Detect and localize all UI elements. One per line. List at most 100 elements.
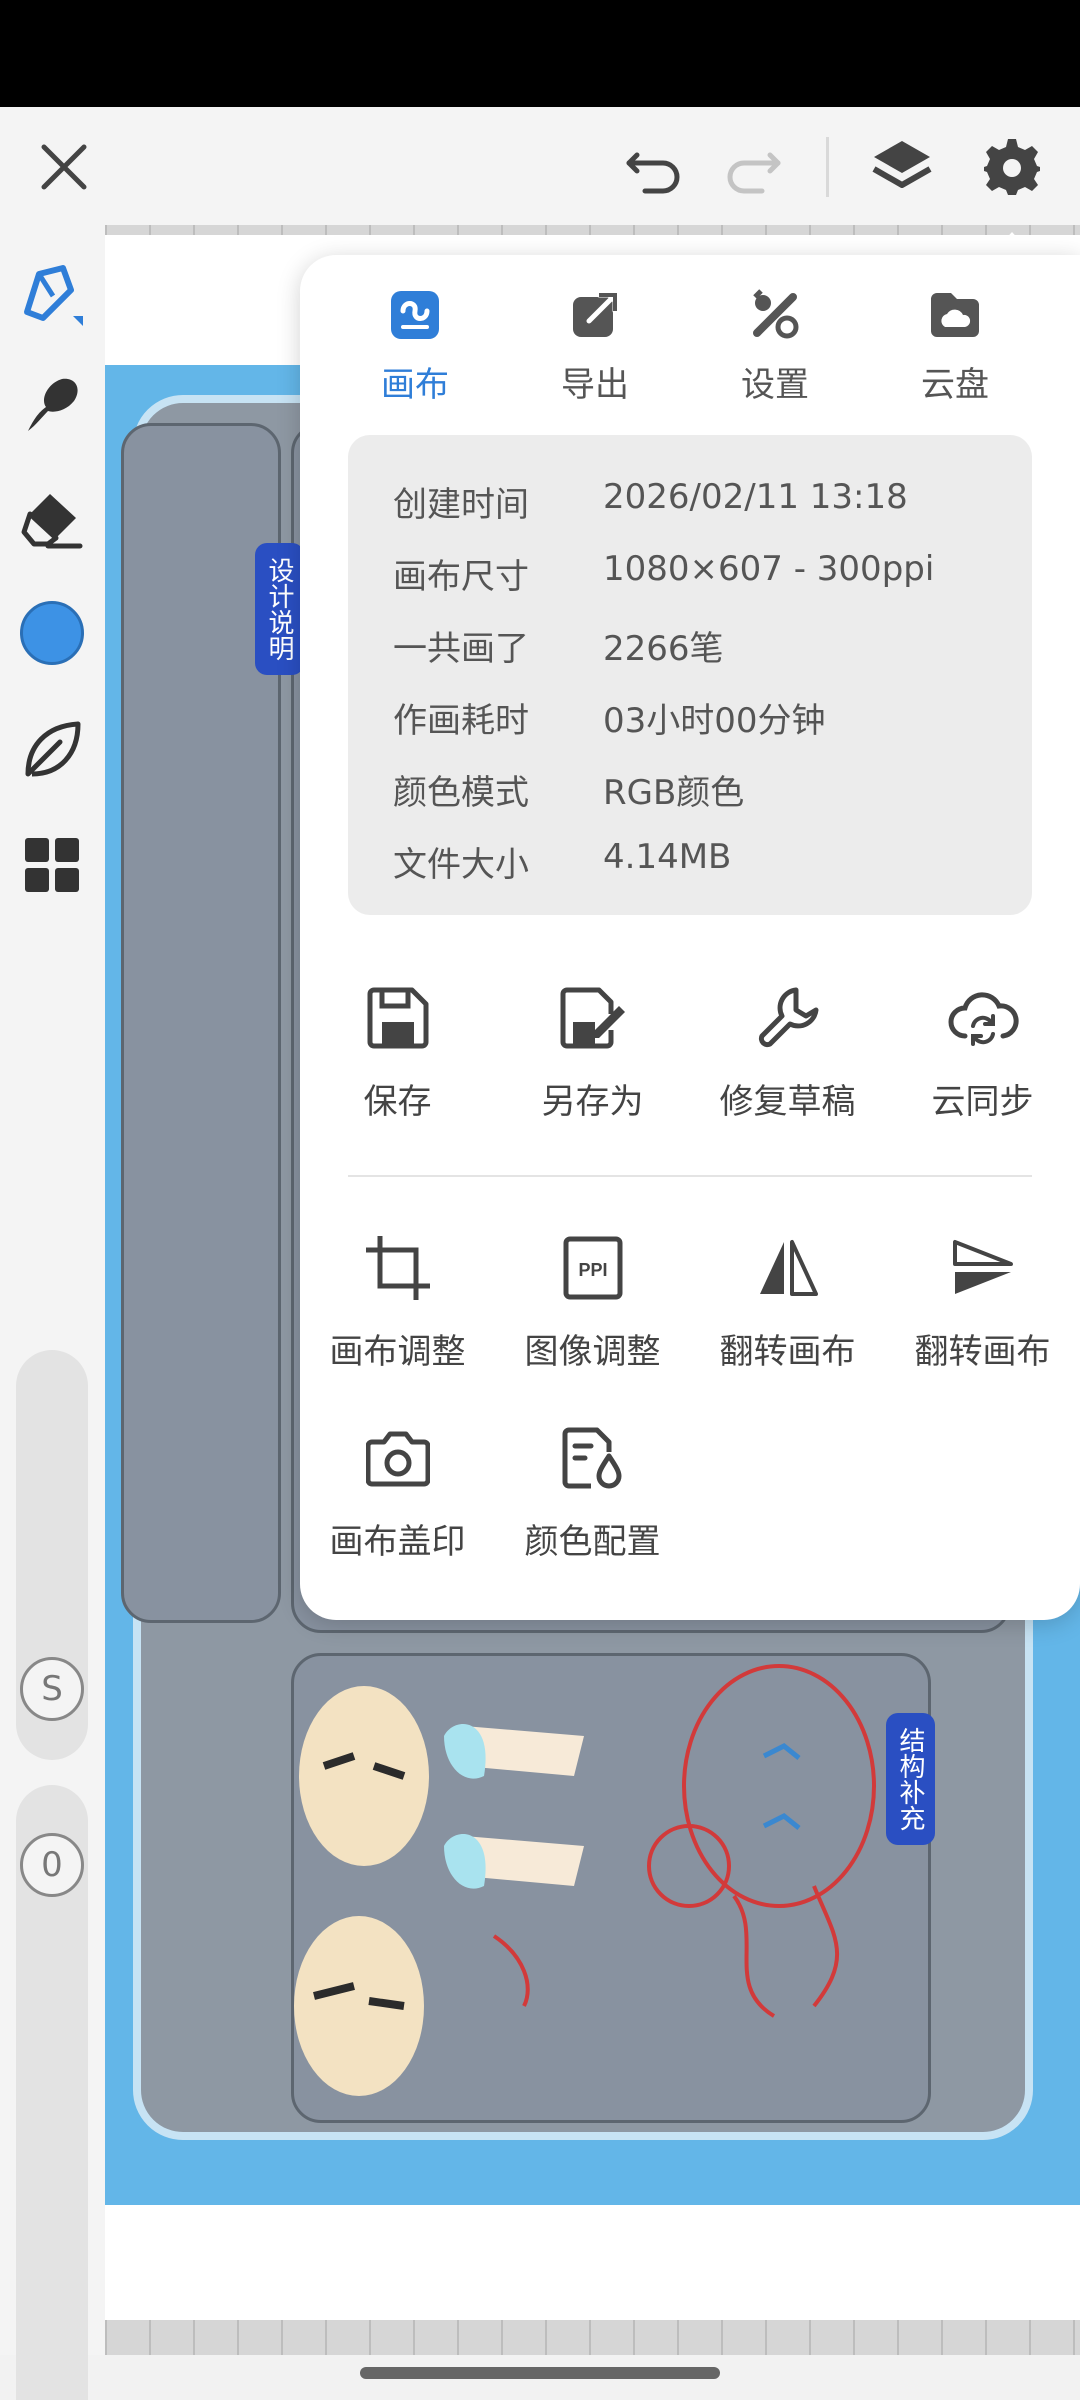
image-adjust-label: 图像调整 xyxy=(524,1332,661,1372)
panel-tabs: 画布 导出 设置 云盘 xyxy=(300,285,1080,415)
settings-icon xyxy=(984,139,1040,195)
smudge-brush-button[interactable] xyxy=(12,365,92,445)
leaf-brush-icon xyxy=(25,721,81,777)
layers-icon xyxy=(872,141,932,188)
cloud-sync-label: 云同步 xyxy=(931,1082,1034,1122)
undo-icon xyxy=(626,152,680,194)
info-key: 画布尺寸 xyxy=(393,557,529,597)
redo-button[interactable] xyxy=(712,127,792,207)
brush-size-knob[interactable]: S xyxy=(20,1657,84,1721)
layers-button[interactable] xyxy=(862,127,942,207)
info-value: 03小时00分钟 xyxy=(603,701,826,741)
flip-horizontal-label: 翻转画布 xyxy=(719,1332,856,1372)
tools-icon xyxy=(745,285,805,345)
canvas-stamp-button[interactable]: 画布盖印 xyxy=(300,1420,495,1590)
info-key: 一共画了 xyxy=(393,629,529,669)
eraser-button[interactable] xyxy=(12,480,92,560)
info-value: 2266笔 xyxy=(603,629,724,669)
save-icon xyxy=(360,980,436,1056)
tab-canvas-label: 画布 xyxy=(381,365,449,405)
wrench-icon xyxy=(750,980,826,1056)
cloud-drive-icon xyxy=(925,285,985,345)
color-config-label: 颜色配置 xyxy=(524,1522,661,1562)
top-toolbar xyxy=(0,107,1080,225)
info-row-size: 画布尺寸 1080×607 - 300ppi xyxy=(393,549,934,599)
close-button[interactable] xyxy=(24,127,104,207)
repair-draft-button[interactable]: 修复草稿 xyxy=(690,980,885,1150)
flip-horizontal-icon xyxy=(750,1230,826,1306)
color-config-button[interactable]: 颜色配置 xyxy=(495,1420,690,1590)
canvas-adjust-button[interactable]: 画布调整 xyxy=(300,1230,495,1400)
flip-vertical-icon xyxy=(945,1230,1021,1306)
color-config-icon xyxy=(555,1420,631,1496)
save-as-button[interactable]: 另存为 xyxy=(495,980,690,1150)
settings-button[interactable] xyxy=(972,127,1052,207)
pen-tool-icon xyxy=(24,265,83,326)
canvas-adjust-label: 画布调整 xyxy=(329,1332,466,1372)
repair-draft-label: 修复草稿 xyxy=(719,1082,856,1122)
info-row-file-size: 文件大小 4.14MB xyxy=(393,837,731,887)
info-value: 1080×607 - 300ppi xyxy=(603,549,935,589)
tab-cloud-drive[interactable]: 云盘 xyxy=(865,285,1045,415)
undo-button[interactable] xyxy=(615,127,695,207)
more-tools-button[interactable] xyxy=(12,825,92,905)
save-as-label: 另存为 xyxy=(541,1082,644,1122)
export-icon xyxy=(565,285,625,345)
left-toolbar: S 0 xyxy=(0,225,105,2400)
ppi-icon-text: PPI xyxy=(578,1260,607,1280)
tab-export-label: 导出 xyxy=(561,365,629,405)
canvas-info-box: 创建时间 2026/02/11 13:18 画布尺寸 1080×607 - 30… xyxy=(348,435,1032,915)
flip-horizontal-button[interactable]: 翻转画布 xyxy=(690,1230,885,1400)
ruler-top xyxy=(105,225,1080,235)
image-adjust-button[interactable]: PPI 图像调整 xyxy=(495,1230,690,1400)
info-row-color-mode: 颜色模式 RGB颜色 xyxy=(393,765,744,815)
info-key: 文件大小 xyxy=(393,845,529,885)
save-as-icon xyxy=(555,980,631,1056)
color-swatch xyxy=(20,601,84,665)
character-sketch xyxy=(294,1664,876,2096)
tab-cloud-drive-label: 云盘 xyxy=(921,365,989,405)
info-row-strokes: 一共画了 2266笔 xyxy=(393,621,724,671)
ppi-icon: PPI xyxy=(555,1230,631,1306)
info-row-duration: 作画耗时 03小时00分钟 xyxy=(393,693,826,743)
cloud-sync-button[interactable]: 云同步 xyxy=(885,980,1080,1150)
info-key: 作画耗时 xyxy=(393,701,529,741)
info-value: 4.14MB xyxy=(603,837,732,877)
artwork-tag-design: 设计说明 xyxy=(255,543,304,675)
tab-canvas[interactable]: 画布 xyxy=(325,285,505,415)
save-button[interactable]: 保存 xyxy=(300,980,495,1150)
toolbar-separator xyxy=(826,137,829,197)
flip-vertical-button[interactable]: 翻转画布 xyxy=(885,1230,1080,1400)
info-row-created: 创建时间 2026/02/11 13:18 xyxy=(393,477,908,527)
tab-export[interactable]: 导出 xyxy=(505,285,685,415)
artwork-tag-structure: 结构补充 xyxy=(886,1713,935,1845)
artwork-panel-bottom xyxy=(291,1653,931,2123)
opacity-knob[interactable]: 0 xyxy=(20,1833,84,1897)
close-icon xyxy=(41,144,87,190)
crop-icon xyxy=(360,1230,436,1306)
info-value: 2026/02/11 13:18 xyxy=(603,477,908,517)
info-key: 颜色模式 xyxy=(393,773,529,813)
grid-icon xyxy=(25,838,79,892)
popover-arrow xyxy=(990,232,1034,256)
tab-settings[interactable]: 设置 xyxy=(685,285,865,415)
info-key: 创建时间 xyxy=(393,485,529,525)
color-picker-button[interactable] xyxy=(12,593,92,673)
eraser-icon xyxy=(21,494,83,549)
status-bar xyxy=(0,0,1080,107)
save-label: 保存 xyxy=(363,1082,432,1122)
flip-vertical-label: 翻转画布 xyxy=(914,1332,1051,1372)
redo-icon xyxy=(727,152,781,194)
ruler-bottom xyxy=(105,2320,1080,2355)
smudge-brush-icon xyxy=(28,378,78,431)
pen-tool-button[interactable] xyxy=(12,255,92,335)
tab-settings-label: 设置 xyxy=(741,365,809,405)
canvas-stamp-label: 画布盖印 xyxy=(329,1522,466,1562)
canvas-info-panel: 画布 导出 设置 云盘 创建时间 2026/02/11 13:18 画布尺寸 1… xyxy=(300,255,1080,1620)
home-indicator[interactable] xyxy=(360,2367,720,2379)
info-value: RGB颜色 xyxy=(603,773,745,813)
leaf-brush-button[interactable] xyxy=(12,710,92,790)
canvas-icon xyxy=(385,285,445,345)
cloud-sync-icon xyxy=(945,980,1021,1056)
camera-icon xyxy=(360,1420,436,1496)
